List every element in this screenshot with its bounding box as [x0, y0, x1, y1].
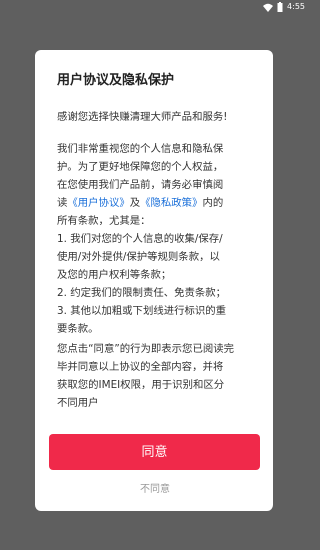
wifi-icon [263, 3, 274, 12]
disagree-button[interactable]: 不同意 [105, 482, 205, 498]
body-line: 我们非常重视您的个人信息和隐私保 [57, 143, 224, 155]
body-line: 要条款。 [57, 323, 99, 335]
consent-line: 不同用户 [57, 397, 99, 409]
body-line: 使用/对外提供/保护等规则条款，以 [57, 251, 220, 263]
dialog-title: 用户协议及隐私保护 [57, 73, 175, 88]
body-text-fragment: 及 [129, 197, 141, 209]
body-line: 护。为了更好地保障您的个人权益， [57, 161, 224, 173]
consent-line: 您点击“同意”的行为即表示您已阅读完 [57, 343, 235, 355]
privacy-policy-link[interactable]: 《隐私政策》 [140, 197, 202, 209]
agree-button[interactable]: 同意 [49, 434, 260, 470]
agreement-body: 我们非常重视您的个人信息和隐私保 护。为了更好地保障您的个人权益， 在您使用我们… [57, 140, 262, 338]
consent-line: 获取您的IMEI权限，用于识别和区分 [57, 379, 225, 391]
body-line: 在您使用我们产品前，请务必审慎阅 [57, 179, 224, 191]
body-line: 2. 约定我们的限制责任、免责条款； [57, 287, 227, 299]
status-bar: 4:55 [0, 0, 309, 14]
battery-icon [277, 2, 283, 12]
body-line-with-links: 读《用户协议》及《隐私政策》内的 [57, 194, 262, 212]
clock-time: 4:55 [287, 2, 305, 11]
body-line: 1. 我们对您的个人信息的收集/保存/ [57, 233, 223, 245]
consent-text: 您点击“同意”的行为即表示您已阅读完 毕并同意以上协议的全部内容，并将 获取您的… [57, 340, 262, 412]
consent-line: 毕并同意以上协议的全部内容，并将 [57, 361, 224, 373]
status-icons: 4:55 [263, 1, 305, 13]
intro-text: 感谢您选择快赚清理大师产品和服务! [57, 111, 228, 123]
user-agreement-link[interactable]: 《用户协议》 [67, 197, 129, 209]
body-text-fragment: 内的 [202, 197, 224, 209]
body-text-fragment: 读 [57, 197, 68, 209]
privacy-dialog: 用户协议及隐私保护 感谢您选择快赚清理大师产品和服务! 我们非常重视您的个人信息… [35, 50, 273, 511]
body-line: 3. 其他以加粗或下划线进行标识的重 [57, 305, 227, 317]
body-line: 及您的用户权利等条款； [57, 269, 172, 281]
body-line: 所有条款，尤其是： [57, 215, 151, 227]
